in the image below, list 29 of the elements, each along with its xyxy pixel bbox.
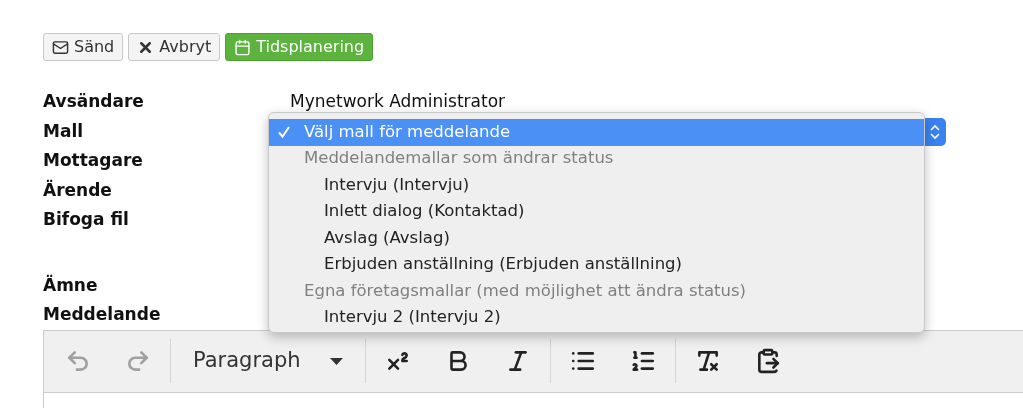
- field-label: Mall: [43, 120, 84, 141]
- stepper-icon: [930, 124, 940, 140]
- numbered-list-icon: [630, 348, 656, 374]
- calendar-icon: [234, 38, 252, 56]
- caret-icon: [330, 357, 343, 365]
- field-label: Avsändare: [43, 91, 144, 111]
- field-label: Ärende: [43, 179, 112, 200]
- field-label: Mottagare: [43, 150, 143, 170]
- sender-name: Mynetwork Administrator: [290, 90, 506, 113]
- template-option[interactable]: Avslag (Avslag): [269, 225, 924, 252]
- mail-icon: [52, 38, 69, 56]
- option-group-label: Meddelandemallar som ändrar status: [303, 147, 615, 170]
- paste-icon: [755, 348, 781, 374]
- template-option[interactable]: Erbjuden anställning (Erbjuden anställning): [269, 251, 924, 278]
- format-dropdown[interactable]: Paragraph: [173, 339, 363, 383]
- template-option[interactable]: Intervju 2 (Intervju 2): [269, 304, 924, 331]
- send-button[interactable]: Sänd: [43, 33, 124, 61]
- undo-icon: [65, 348, 91, 374]
- redo-icon: [125, 348, 151, 374]
- cancel-button[interactable]: Avbryt: [128, 33, 221, 61]
- option-group-label: Egna företagsmallar (med möjlighet att ändra status): [303, 279, 748, 302]
- field-label: Bifoga fil: [43, 209, 129, 229]
- field-label: Ämne: [43, 274, 98, 295]
- template-option[interactable]: Intervju (Intervju): [269, 172, 924, 199]
- select-stepper[interactable]: [924, 118, 946, 146]
- clear-format-icon: [695, 348, 721, 374]
- field-label: Meddelande: [43, 304, 161, 324]
- checkmark-icon: [277, 125, 291, 140]
- template-option[interactable]: Inlett dialog (Kontaktad): [269, 198, 924, 225]
